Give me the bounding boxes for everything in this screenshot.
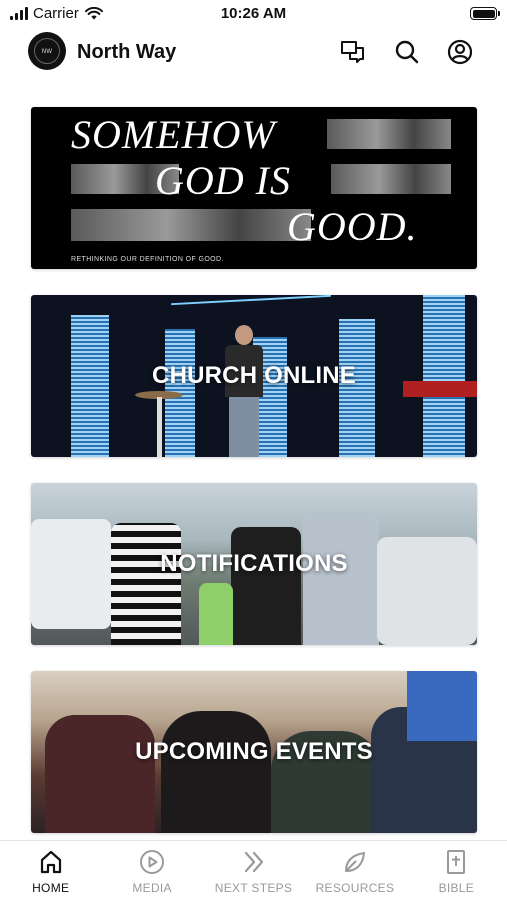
- double-chevron-icon: [244, 851, 263, 873]
- sermon-series-banner[interactable]: SOMEHOW GOD IS GOOD. RETHINKING OUR DEFI…: [31, 107, 477, 269]
- speaker-figure: [221, 325, 267, 457]
- search-icon[interactable]: [393, 38, 421, 66]
- tab-label: BIBLE: [438, 881, 475, 895]
- notifications-card[interactable]: NOTIFICATIONS: [31, 483, 477, 645]
- upcoming-events-card[interactable]: UPCOMING EVENTS: [31, 671, 477, 833]
- tab-home[interactable]: HOME: [0, 841, 101, 900]
- battery-icon: [470, 7, 500, 20]
- card-title: NOTIFICATIONS: [160, 550, 348, 577]
- logo-mark: NW: [34, 38, 60, 64]
- banner-photo: [327, 119, 451, 149]
- banner-line-2: GOD IS: [155, 158, 291, 203]
- banner-photo: [331, 164, 451, 194]
- card-title: CHURCH ONLINE: [152, 362, 356, 389]
- church-logo[interactable]: NW: [28, 32, 66, 70]
- app-header: NW North Way: [0, 30, 507, 78]
- card-title: UPCOMING EVENTS: [135, 738, 373, 765]
- status-bar: Carrier 10:26 AM: [0, 0, 507, 30]
- tab-bible[interactable]: BIBLE: [406, 841, 507, 900]
- tab-label: NEXT STEPS: [214, 881, 293, 895]
- banner-line-3: GOOD.: [287, 204, 418, 249]
- banner-subtitle: RETHINKING OUR DEFINITION OF GOOD.: [71, 256, 224, 263]
- tab-resources[interactable]: RESOURCES: [304, 841, 405, 900]
- profile-icon[interactable]: [446, 38, 474, 66]
- app-title: North Way: [77, 41, 177, 63]
- tab-label: MEDIA: [132, 881, 172, 895]
- tab-media[interactable]: MEDIA: [101, 841, 202, 900]
- bible-icon: [447, 850, 466, 874]
- tab-next-steps[interactable]: NEXT STEPS: [203, 841, 304, 900]
- banner-photo: [71, 209, 311, 241]
- tab-label: HOME: [32, 881, 70, 895]
- church-online-card[interactable]: CHURCH ONLINE: [31, 295, 477, 457]
- status-time: 10:26 AM: [220, 5, 287, 22]
- banner-line-1: SOMEHOW: [71, 112, 276, 157]
- tab-label: RESOURCES: [315, 881, 395, 895]
- chat-icon[interactable]: [339, 38, 367, 66]
- bottom-tab-bar: HOME MEDIA NEXT STEPS RESOURCES BIBLE: [0, 840, 507, 900]
- home-icon: [40, 850, 61, 874]
- leaf-icon: [344, 852, 365, 872]
- play-circle-icon: [140, 850, 165, 874]
